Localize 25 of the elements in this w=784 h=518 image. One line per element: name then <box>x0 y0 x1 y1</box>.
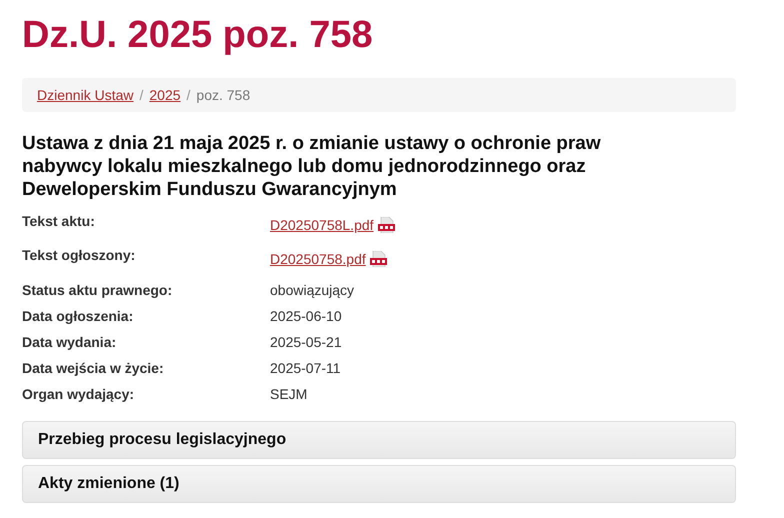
field-value: 2025-06-10 <box>270 308 342 324</box>
field-label: Tekst aktu: <box>22 213 96 229</box>
field-label: Data ogłoszenia: <box>22 308 134 324</box>
collapsible-panel-header[interactable]: Akty zmienione (1) <box>22 465 736 503</box>
field-label: Data wejścia w życie: <box>22 360 165 376</box>
breadcrumb-separator: / <box>186 87 190 103</box>
pdf-file-icon[interactable] <box>378 217 395 233</box>
pdf-link[interactable]: D20250758.pdf <box>270 251 366 267</box>
field-value: 2025-05-21 <box>270 334 342 350</box>
field-label: Data wydania: <box>22 334 118 350</box>
breadcrumb-link[interactable]: Dziennik Ustaw <box>37 87 134 103</box>
breadcrumb-separator: / <box>139 87 144 103</box>
page-title: Dz.U. 2025 poz. 758 <box>22 13 373 58</box>
field-label: Organ wydający: <box>22 386 136 402</box>
breadcrumb-current: poz. 758 <box>196 87 250 103</box>
act-title: Ustawa z dnia 21 maja 2025 r. o zmianie ustawy o ochronie praw nabywcy lokalu mieszkalnego lub domu jednorodzinnego oraz Deweloperskim Funduszu Gwarancyjnym <box>22 132 602 201</box>
field-label: Status aktu prawnego: <box>22 282 174 298</box>
field-label: Tekst ogłoszony: <box>22 247 136 263</box>
field-value: 2025-07-11 <box>270 360 341 376</box>
pdf-file-icon[interactable] <box>370 251 387 267</box>
pdf-link[interactable]: D20250758L.pdf <box>270 217 374 233</box>
field-value: SEJM <box>270 386 308 402</box>
breadcrumb-link[interactable]: 2025 <box>149 87 181 103</box>
field-value: obowiązujący <box>270 282 354 298</box>
collapsible-panel-header[interactable]: Przebieg procesu legislacyjnego <box>22 421 736 459</box>
